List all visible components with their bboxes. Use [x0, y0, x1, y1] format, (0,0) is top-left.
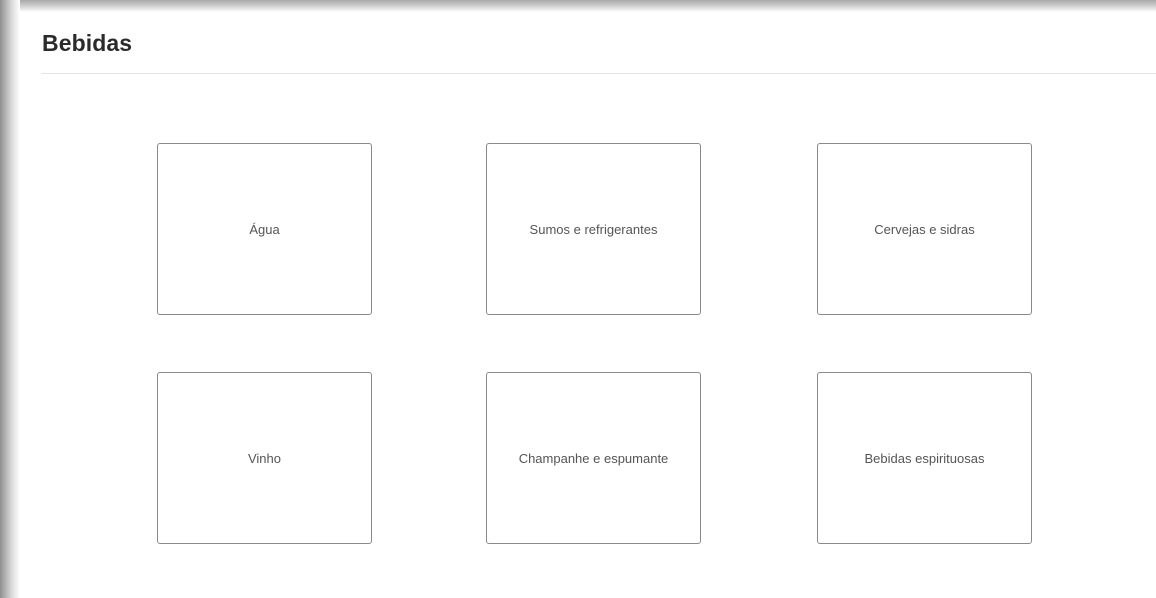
category-card-cervejas-sidras[interactable]: Cervejas e sidras — [817, 143, 1032, 315]
category-label: Vinho — [247, 450, 281, 466]
category-label: Cervejas e sidras — [874, 221, 975, 237]
category-grid: Água Sumos e refrigerantes Cervejas e si… — [157, 143, 1034, 546]
page-title: Bebidas — [42, 30, 133, 56]
window-frame: Bebidas Água Sumos e refrigerantes Cerve… — [0, 0, 1156, 598]
category-card-vinho[interactable]: Vinho — [157, 372, 372, 544]
category-card-bebidas-espirituosas[interactable]: Bebidas espirituosas — [817, 372, 1032, 544]
category-card-champanhe-espumante[interactable]: Champanhe e espumante — [486, 372, 701, 544]
category-label: Bebidas espirituosas — [864, 450, 985, 466]
category-card-sumos-refrigerantes[interactable]: Sumos e refrigerantes — [486, 143, 701, 315]
category-label: Água — [249, 221, 280, 237]
window-shadow-left — [0, 0, 20, 598]
window-shadow-top — [0, 0, 1156, 12]
category-card-agua[interactable]: Água — [157, 143, 372, 315]
category-label: Sumos e refrigerantes — [529, 221, 658, 237]
category-label: Champanhe e espumante — [518, 450, 669, 466]
page-content: Bebidas Água Sumos e refrigerantes Cerve… — [20, 12, 1156, 598]
title-divider — [42, 73, 1156, 74]
